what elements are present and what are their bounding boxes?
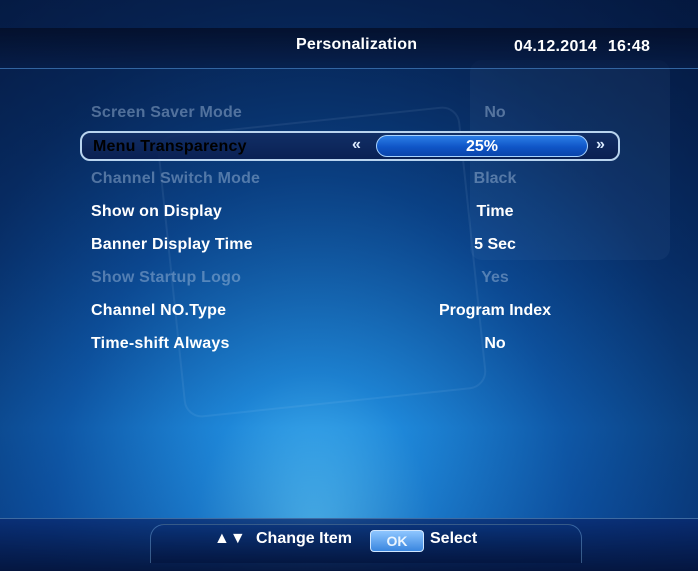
setting-label: Menu Transparency [93, 138, 247, 155]
arrow-left-icon[interactable]: « [352, 136, 361, 154]
date-time: 04.12.2014 16:48 [514, 38, 651, 55]
setting-label: Show on Display [91, 203, 223, 220]
setting-value: Yes [481, 269, 509, 286]
page-title: Personalization [296, 36, 418, 53]
setting-row-channel-no-type[interactable]: Channel NO.Type Program Index [80, 298, 620, 326]
setting-row-show-startup-logo[interactable]: Show Startup Logo Yes [80, 265, 620, 293]
select-hint: Select [430, 530, 478, 547]
setting-row-screen-saver-mode[interactable]: Screen Saver Mode No [80, 100, 620, 128]
setting-row-show-on-display[interactable]: Show on Display Time [80, 199, 620, 227]
setting-label: Show Startup Logo [91, 269, 242, 286]
setting-label: Time-shift Always [91, 335, 230, 352]
setting-row-banner-display-time[interactable]: Banner Display Time 5 Sec [80, 232, 620, 260]
setting-value: No [484, 335, 506, 352]
setting-label: Channel NO.Type [91, 302, 227, 319]
transparency-value-bar[interactable]: 25% [376, 135, 588, 157]
setting-row-menu-transparency[interactable]: Menu Transparency « 25% » [80, 131, 620, 161]
setting-row-channel-switch-mode[interactable]: Channel Switch Mode Black [80, 166, 620, 194]
change-item-hint: Change Item [256, 530, 353, 547]
setting-row-time-shift-always[interactable]: Time-shift Always No [80, 331, 620, 359]
setting-value: No [484, 104, 506, 121]
setting-label: Banner Display Time [91, 236, 253, 253]
arrow-right-icon[interactable]: » [596, 136, 605, 154]
setting-label: Channel Switch Mode [91, 170, 261, 187]
setting-label: Screen Saver Mode [91, 104, 243, 121]
setting-value: 5 Sec [474, 236, 516, 253]
setting-value: 25% [465, 138, 499, 155]
ok-button[interactable]: OK [370, 530, 424, 552]
up-down-arrows-icon: ▲▼ [214, 530, 246, 547]
setting-value: Black [473, 170, 517, 187]
setting-value: Time [476, 203, 514, 220]
setting-value: Program Index [438, 302, 552, 319]
